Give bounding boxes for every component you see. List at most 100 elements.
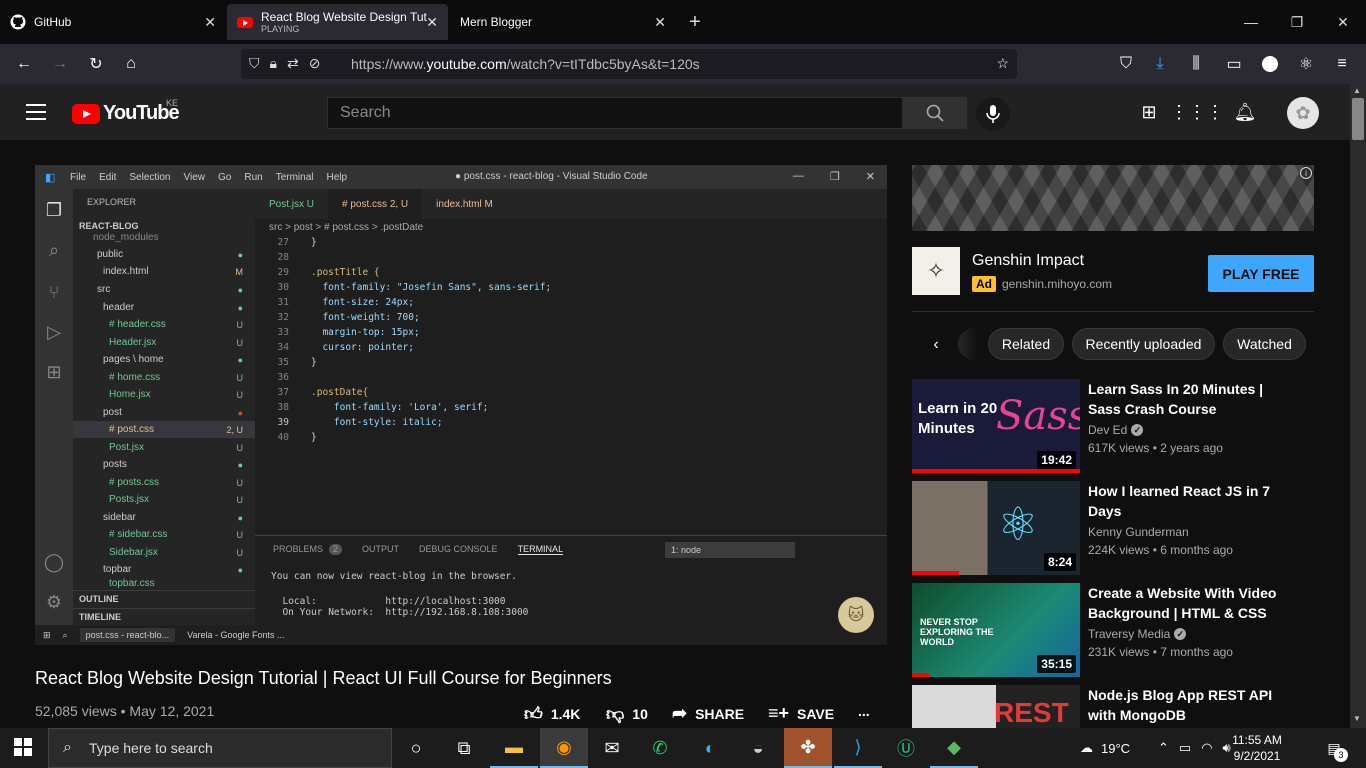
close-tab-icon[interactable]: ✕ [426,14,438,31]
chip-recently-uploaded[interactable]: Recently uploaded [1072,328,1215,360]
save-button[interactable]: ≡+ SAVE [768,703,834,724]
close-window-icon[interactable]: ✕ [1320,0,1366,44]
whatsapp-icon[interactable]: ✆ [636,728,684,768]
more-actions-button[interactable]: ... [858,703,870,719]
like-button[interactable]: 👍︎ 1.4K [524,703,580,725]
search-input[interactable]: Search [327,97,903,129]
related-video-title[interactable]: How I learned React JS in 7 Days [1088,481,1288,521]
forward-arrow-icon[interactable]: → [48,52,72,76]
cortana-icon[interactable]: ○ [392,728,440,768]
channel-name[interactable]: Traversy Media ✓ [1088,627,1187,641]
vscode-terminal-panel: PROBLEMS 2 OUTPUT DEBUG CONSOLE TERMINAL… [255,535,887,629]
close-tab-icon[interactable]: ✕ [654,14,666,31]
create-video-icon[interactable]: ⊞ [1137,100,1161,124]
thumbs-down-icon: 👎︎ [606,704,625,724]
apps-grid-icon[interactable]: ⋮⋮⋮ [1170,100,1224,124]
notification-center-icon[interactable]: ▤ 3 [1322,736,1348,762]
sidebar-icon[interactable]: ▭ [1222,52,1246,76]
chip-watched[interactable]: Watched [1223,328,1306,360]
restore-icon[interactable]: ❐ [1274,0,1320,44]
firefox-icon[interactable]: ◉ [540,728,588,768]
figma-icon[interactable]: ✤ [784,728,832,768]
terminal-select: 1: node [665,542,795,558]
search-button[interactable] [903,97,967,129]
permissions-icon[interactable]: ⇄ [287,55,299,72]
video-thumbnail[interactable]: Learn in 20 Minutes Sass 19:42 [912,379,1080,473]
account-icon[interactable] [1258,52,1282,76]
scroll-up-arrow-icon[interactable]: ▲ [1353,86,1361,95]
mail-icon[interactable]: ✉ [588,728,636,768]
tree-item: post ● [103,407,243,418]
upwork-icon[interactable]: Ⓤ [882,728,930,768]
wifi-icon[interactable]: ◠ [1201,740,1212,756]
eclipse-icon[interactable]: ◒ [734,728,782,768]
dislike-button[interactable]: 👎︎ 10 [606,703,648,725]
hamburger-menu-icon[interactable] [26,104,46,125]
ad-info-icon[interactable]: i [1300,167,1312,179]
chip-related[interactable]: Related [988,328,1064,360]
chevron-up-icon[interactable]: ⌃ [1158,740,1169,756]
taskbar-search-input[interactable]: ⌕ Type here to search [48,728,392,768]
gitkraken-icon[interactable]: ◆ [930,728,978,768]
notifications-bell-icon[interactable]: 🔔︎ [1233,100,1257,124]
chip-partial[interactable] [958,328,978,360]
taskbar-clock[interactable]: 11:55 AM 9/2/2021 [1222,732,1292,764]
share-button[interactable]: ➦ SHARE [672,703,744,724]
tab-mern-blogger[interactable]: Mern Blogger ✕ [450,0,676,44]
taskbar-search-placeholder: Type here to search [89,740,213,756]
battery-icon[interactable]: ▭ [1179,740,1191,756]
play-free-button[interactable]: PLAY FREE [1208,255,1314,292]
library-icon[interactable]: ⫼ [1184,52,1208,76]
chevron-left-icon[interactable]: ‹ [924,333,948,357]
channel-name[interactable]: Kenny Gunderman [1088,525,1189,539]
page-scrollbar[interactable]: ▲ ▼ [1350,84,1366,728]
related-video-item[interactable]: REST Node.js Blog App REST API with Mong… [912,685,1314,728]
vscode-menu-item: File [70,171,87,183]
related-video-title[interactable]: Learn Sass In 20 Minutes | Sass Crash Co… [1088,379,1288,419]
download-icon[interactable]: ⤓ [1148,52,1172,76]
bookmark-star-icon[interactable]: ☆ [996,55,1009,72]
reload-icon[interactable]: ↻ [84,52,108,76]
avatar[interactable]: ✿ [1287,97,1319,129]
camera-off-icon[interactable]: ⊘ [309,55,321,72]
new-tab-button[interactable]: + [672,0,718,44]
related-video-item[interactable]: Learn in 20 Minutes Sass 19:42 Learn Sas… [912,379,1314,473]
extension-react-icon[interactable]: ⚛ [1294,52,1318,76]
taskbar-item: Varela - Google Fonts ... [187,630,285,640]
microphone-button[interactable] [976,97,1010,131]
related-video-item[interactable]: NEVER STOP EXPLORING THE WORLD 35:15 Cre… [912,583,1314,677]
file-explorer-icon[interactable]: ▬ [490,728,538,768]
task-view-icon[interactable]: ⧉ [440,728,488,768]
microphone-icon [986,105,1000,123]
ad-title[interactable]: Genshin Impact [972,252,1084,270]
close-tab-icon[interactable]: ✕ [204,14,216,31]
channel-name[interactable]: Dev Ed ✓ [1088,423,1144,437]
youtube-logo[interactable]: YouTube KE [72,98,180,125]
ad-banner-image[interactable] [912,165,1314,231]
ad-game-thumbnail[interactable]: ✧ [912,247,960,295]
related-video-item[interactable]: ⚛ 8:24 How I learned React JS in 7 Days … [912,481,1314,575]
video-thumbnail[interactable]: REST [912,685,1080,728]
url-bar[interactable]: ⛉ 🔒︎ ⇄ ⊘ https://www. youtube.com/watch?v… [241,49,1017,79]
scroll-down-arrow-icon[interactable]: ▼ [1353,714,1361,723]
lock-icon[interactable]: 🔒︎ [270,55,277,72]
weather-widget[interactable]: ☁ 19°C [1080,728,1130,768]
home-icon[interactable]: ⌂ [119,52,143,76]
tab-youtube[interactable]: React Blog Website Design Tuto PLAYING ✕ [227,4,448,40]
menu-icon[interactable]: ≡ [1330,52,1354,76]
shield-icon[interactable]: ⛉ [249,55,260,72]
vscode-icon[interactable]: ⟩ [834,728,882,768]
video-player[interactable]: ◧ File Edit Selection View Go Run Termin… [35,165,887,645]
pocket-icon[interactable]: ⛉ [1114,52,1138,76]
video-thumbnail[interactable]: NEVER STOP EXPLORING THE WORLD 35:15 [912,583,1080,677]
related-video-title[interactable]: Node.js Blog App REST API with MongoDB [1088,685,1288,725]
edge-icon[interactable]: ◐ [686,728,734,768]
video-thumbnail[interactable]: ⚛ 8:24 [912,481,1080,575]
related-video-title[interactable]: Create a Website With Video Background |… [1088,583,1288,623]
minimize-icon[interactable]: — [1228,0,1274,44]
tab-github[interactable]: GitHub ✕ [0,0,226,44]
back-arrow-icon[interactable]: ← [12,52,36,76]
scrollbar-thumb[interactable] [1352,98,1364,140]
save-label: SAVE [797,705,835,722]
windows-start-button[interactable] [14,738,32,756]
